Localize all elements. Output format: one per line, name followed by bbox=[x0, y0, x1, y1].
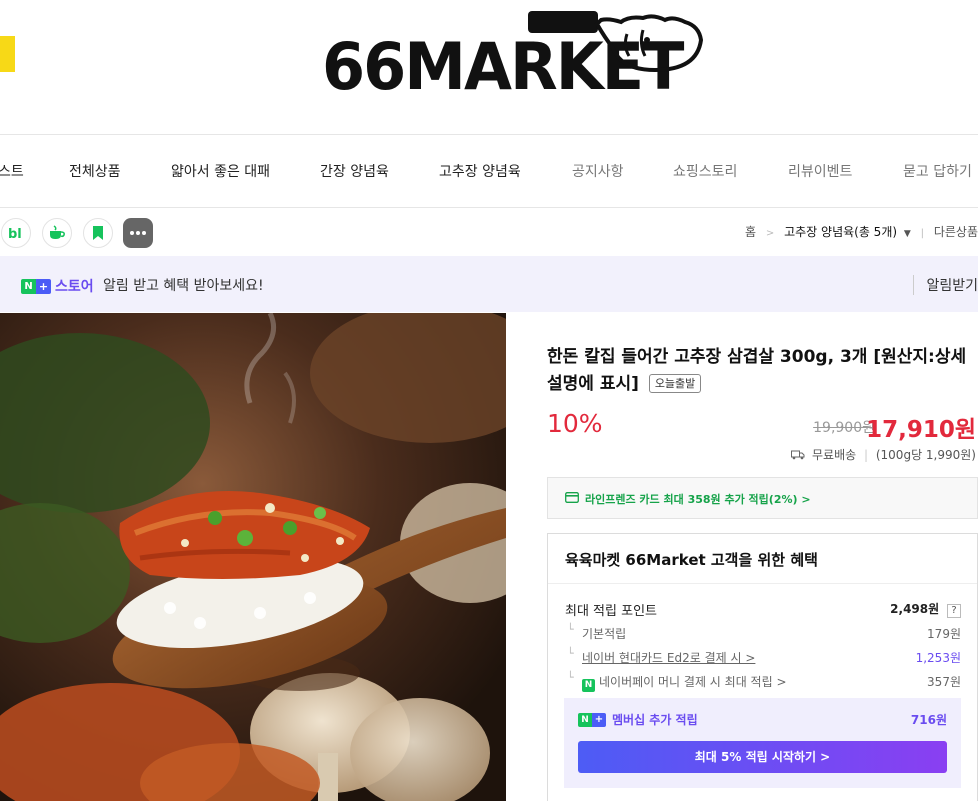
benefit-row-naverpay: └ N 네이버페이 머니 결제 시 최대 적립 > 357원 bbox=[565, 671, 961, 692]
plus-icon: + bbox=[592, 712, 606, 727]
max-points-label: 최대 적립 포인트 bbox=[565, 604, 657, 619]
naverpay-label: 네이버페이 머니 결제 시 최대 적립 > bbox=[599, 675, 787, 689]
breadcrumb: 홈 > 고추장 양념육(총 5개) ▼ | 다른상품 bbox=[745, 223, 978, 240]
nav-item-all[interactable]: 전체상품 bbox=[69, 161, 121, 181]
nav-item-list[interactable]: 스트 bbox=[0, 161, 24, 181]
discount-rate: 10% bbox=[547, 409, 603, 438]
membership-box: N + 멤버십 추가 적립 716원 최대 5% 적립 시작하기 > bbox=[564, 698, 961, 788]
breadcrumb-other[interactable]: 다른상품 bbox=[934, 225, 978, 239]
divider bbox=[548, 583, 977, 584]
product-image[interactable] bbox=[0, 313, 506, 801]
product-page: 66MARKET 스트 전체상품 얇아서 좋은 대패 간장 양념육 고추장 양념… bbox=[0, 0, 978, 801]
membership-value: 716원 bbox=[910, 713, 947, 727]
membership-label: 멤버십 추가 적립 bbox=[612, 713, 698, 727]
naver-n-icon: N bbox=[21, 278, 36, 294]
utility-bar: bl 홈 > 고추장 양념육(총 5개) ▼ | 다른상품 bbox=[0, 208, 978, 256]
banner-text: 알림 받고 혜택 받아보세요! bbox=[103, 278, 264, 294]
benefit-row-value: 357원 bbox=[927, 675, 961, 689]
side-tab[interactable] bbox=[0, 36, 15, 72]
store-label: 스토어 bbox=[55, 279, 94, 295]
bookmark-icon[interactable] bbox=[83, 218, 113, 248]
max-points-value: 2,498원 bbox=[890, 602, 940, 616]
food-photo-illustration bbox=[0, 313, 506, 801]
breadcrumb-home[interactable]: 홈 bbox=[745, 225, 756, 239]
today-shipping-badge: 오늘출발 bbox=[648, 374, 702, 393]
benefit-row-value: 1,253원 bbox=[915, 651, 961, 665]
nav-item-soy-marinated[interactable]: 간장 양념육 bbox=[320, 161, 389, 181]
svg-text:bl: bl bbox=[8, 227, 22, 240]
more-icon[interactable] bbox=[123, 218, 153, 248]
nav-item-notice[interactable]: 공지사항 bbox=[572, 161, 624, 181]
card-offer[interactable]: 라인프렌즈 카드 최대 358원 추가 적립(2%) > bbox=[547, 477, 978, 519]
help-icon[interactable]: ? bbox=[947, 604, 961, 618]
nav-item-thin-slice[interactable]: 얇아서 좋은 대패 bbox=[171, 161, 270, 181]
benefit-row-basic: └ 기본적립 179원 bbox=[565, 623, 961, 641]
nav-item-qna[interactable]: 묻고 답하기 bbox=[903, 161, 972, 181]
notify-banner: N + 스토어 알림 받고 혜택 받아보세요! 알림받기 bbox=[0, 256, 978, 312]
main-nav: 스트 전체상품 얇아서 좋은 대패 간장 양념육 고추장 양념육 공지사항 쇼핑… bbox=[0, 134, 978, 208]
sale-price: 17,910원 bbox=[866, 417, 976, 443]
credit-card-icon bbox=[565, 492, 579, 503]
naverpay-link-wrap[interactable]: N 네이버페이 머니 결제 시 최대 적립 > bbox=[582, 673, 787, 692]
nav-item-gochujang-marinated[interactable]: 고추장 양념육 bbox=[439, 161, 521, 181]
tree-branch-icon: └ bbox=[567, 671, 574, 684]
benefit-box: 육육마켓 66Market 고객을 위한 혜택 최대 적립 포인트 2,498원… bbox=[547, 533, 978, 801]
blog-icon[interactable]: bl bbox=[1, 218, 31, 248]
plus-icon: + bbox=[36, 278, 51, 294]
shipping-text: 무료배송 bbox=[811, 448, 857, 462]
naver-n-icon: N bbox=[578, 712, 592, 727]
chevron-right-icon: > bbox=[765, 228, 775, 239]
product-title-text: 한돈 칼집 들어간 고추장 삼겹살 300g, 3개 [원산지:상세설명에 표시… bbox=[547, 347, 967, 394]
tree-branch-icon: └ bbox=[567, 623, 574, 636]
membership-start-button[interactable]: 최대 5% 적립 시작하기 > bbox=[578, 741, 947, 773]
tree-branch-icon: └ bbox=[567, 647, 574, 660]
pig-icon bbox=[528, 11, 704, 73]
notify-button[interactable]: 알림받기 bbox=[913, 275, 978, 295]
nav-item-shopping-story[interactable]: 쇼핑스토리 bbox=[673, 161, 737, 181]
nav-item-review-event[interactable]: 리뷰이벤트 bbox=[788, 161, 852, 181]
benefit-row-label: 기본적립 bbox=[582, 627, 627, 641]
hyundai-card-link[interactable]: 네이버 현대카드 Ed2로 결제 시 > bbox=[582, 649, 755, 666]
shipping-info: 무료배송 | (100g당 1,990원) bbox=[791, 446, 976, 463]
divider: | bbox=[920, 228, 924, 239]
max-points-row: 최대 적립 포인트 2,498원 ? bbox=[565, 600, 961, 619]
naverpay-icon: N bbox=[582, 678, 595, 692]
unit-price: (100g당 1,990원) bbox=[875, 448, 976, 462]
naver-plus-store-badge: N + 스토어 bbox=[21, 276, 94, 296]
divider: | bbox=[863, 448, 869, 462]
breadcrumb-category[interactable]: 고추장 양념육(총 5개) bbox=[784, 225, 897, 239]
benefit-row-card: └ 네이버 현대카드 Ed2로 결제 시 > 1,253원 bbox=[565, 647, 961, 666]
card-offer-text: 라인프렌즈 카드 최대 358원 추가 적립(2%) > bbox=[585, 493, 811, 506]
cafe-icon[interactable] bbox=[42, 218, 72, 248]
product-title: 한돈 칼집 들어간 고추장 삼겹살 300g, 3개 [원산지:상세설명에 표시… bbox=[547, 344, 978, 398]
membership-label-wrap: N + 멤버십 추가 적립 bbox=[578, 711, 698, 728]
benefit-row-value: 179원 bbox=[927, 627, 961, 641]
max-points-value-wrap: 2,498원 ? bbox=[890, 600, 961, 618]
truck-icon bbox=[791, 448, 812, 462]
brand-logo[interactable]: 66MARKET bbox=[320, 8, 710, 108]
caret-down-icon[interactable]: ▼ bbox=[904, 229, 911, 239]
benefit-title: 육육마켓 66Market 고객을 위한 혜택 bbox=[565, 551, 818, 569]
